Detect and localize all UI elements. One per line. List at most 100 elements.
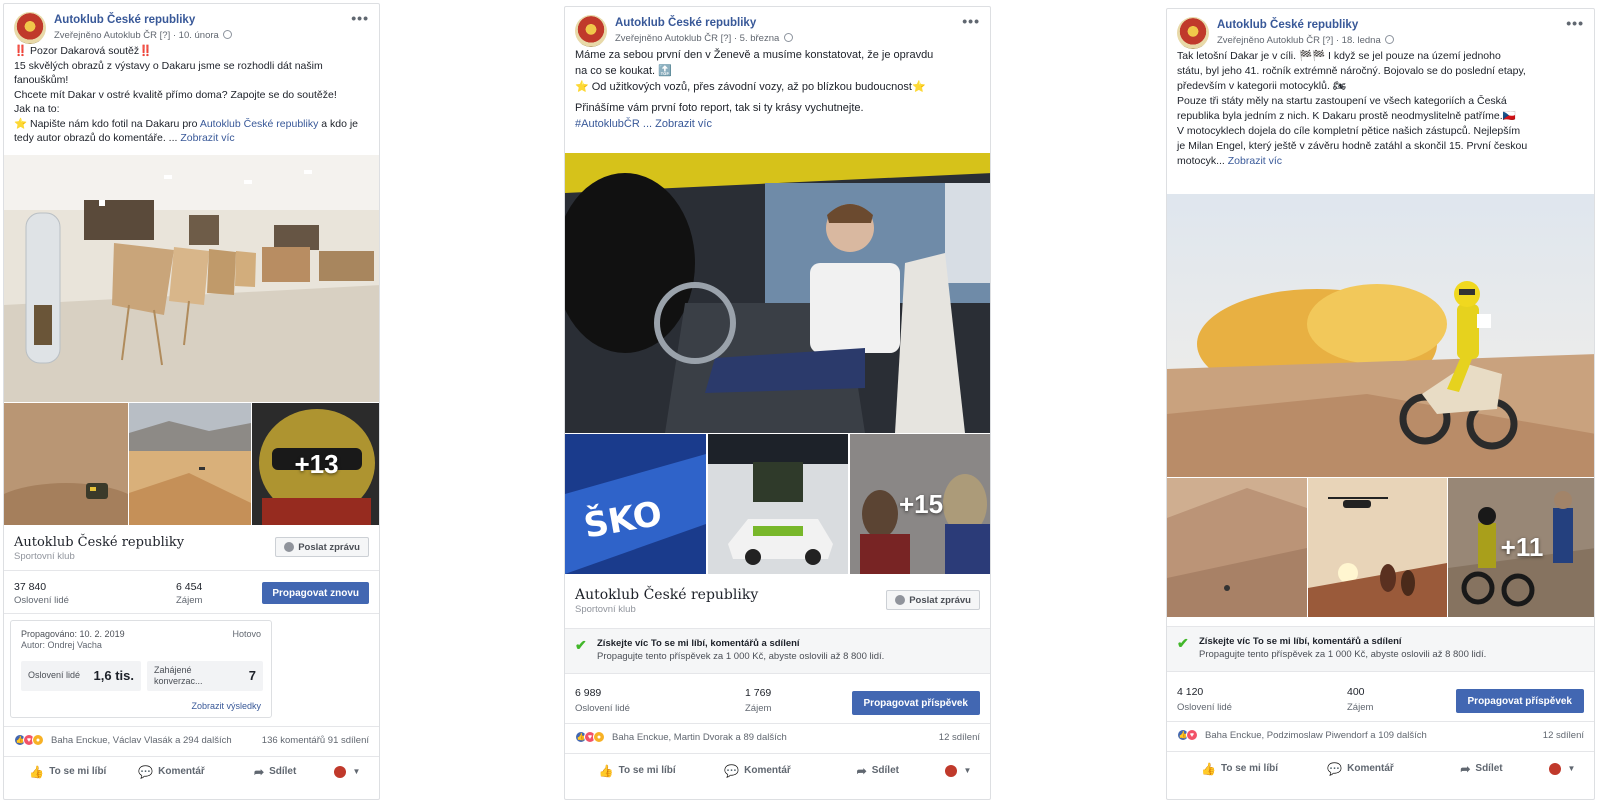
photo-thumb-riders[interactable]: +11	[1448, 478, 1594, 617]
comment-button[interactable]: 💬 Komentář	[120, 765, 224, 779]
divider	[4, 613, 379, 614]
post-card-3: Autoklub České republiky Zveřejněno Auto…	[1166, 8, 1595, 800]
divider	[4, 570, 379, 571]
post-date[interactable]: 18. ledna	[1342, 35, 1381, 46]
reaction-icons[interactable]: 👍 ♥ ●	[575, 731, 605, 743]
publisher-name[interactable]: Autoklub ČR	[665, 33, 718, 44]
see-more-link[interactable]: ... Zobrazit víc	[643, 118, 712, 130]
post-card-2: Autoklub České republiky Zveřejněno Auto…	[564, 6, 991, 800]
photo-thumb-fabia-factory[interactable]	[708, 434, 848, 574]
page-name-link[interactable]: Autoklub České republiky	[54, 12, 232, 28]
action-bar: 👍 To se mi líbí 💬 Komentář ➦ Sdílet ▼	[1167, 751, 1594, 785]
page-avatar-small	[944, 764, 957, 777]
photo-thumb-dunes[interactable]	[1167, 478, 1307, 617]
chevron-down-icon: ▼	[352, 767, 361, 776]
page-logo-avatar[interactable]	[575, 15, 607, 47]
reach-value: 6 989	[575, 687, 602, 699]
post-subtitle: Zveřejněno Autoklub ČR [?] · 18. ledna	[1217, 33, 1395, 49]
boost-again-button[interactable]: Propagovat znovu	[262, 582, 369, 604]
more-photos-count[interactable]: +15	[850, 434, 990, 574]
photo-thumb-crowd[interactable]: +15	[850, 434, 990, 574]
send-message-button[interactable]: Poslat zprávu	[886, 590, 980, 610]
reactions-bar: 👍 ♥ ● Baha Enckue, Václav Vlasák a 294 dal…	[4, 728, 379, 752]
text-line: ⭐ Napište nám kdo fotil na Dakaru pro Au…	[14, 117, 369, 132]
share-button[interactable]: ➦ Sdílet	[1421, 762, 1542, 776]
post-as-selector[interactable]: ▼	[938, 764, 978, 777]
post-menu-button[interactable]: •••	[1566, 15, 1584, 31]
promotion-suggestion: ✔ Získejte víc To se mi líbí, komentářů …	[565, 628, 990, 674]
help-marker[interactable]: [?]	[160, 30, 171, 41]
publisher-name[interactable]: Autoklub ČR	[1267, 35, 1320, 46]
shares-count[interactable]: 12 sdílení	[1543, 730, 1584, 741]
hashtag-link[interactable]: #AutoklubČR	[575, 118, 640, 130]
reaction-icons[interactable]: 👍 ♥ ●	[14, 734, 44, 746]
comments-shares-count[interactable]: 136 komentářů 91 sdílení	[262, 735, 369, 746]
promo-description: Propagujte tento příspěvek za 1 000 Kč, …	[597, 651, 885, 662]
comment-button[interactable]: 💬 Komentář	[697, 764, 817, 778]
page-name-link[interactable]: Autoklub České republiky	[615, 15, 793, 31]
globe-icon	[783, 33, 793, 42]
post-menu-button[interactable]: •••	[351, 10, 369, 26]
help-marker[interactable]: [?]	[1323, 35, 1334, 46]
checkmark-icon: ✔	[575, 637, 587, 653]
page-logo-avatar[interactable]	[14, 12, 46, 44]
post-header: Autoklub České republiky Zveřejněno Auto…	[1167, 9, 1594, 49]
reaction-icons[interactable]: 👍 ♥	[1177, 729, 1198, 741]
main-photo-exhibition[interactable]	[4, 155, 379, 402]
like-button[interactable]: 👍 To se mi líbí	[1179, 762, 1300, 776]
photo-thumb-skoda-logo[interactable]: ŠKO	[565, 434, 706, 574]
main-photo-geneva-car[interactable]	[565, 153, 990, 433]
post-as-selector[interactable]: ▼	[1542, 762, 1582, 775]
see-more-link[interactable]: Zobrazit víc	[180, 132, 234, 144]
post-subtitle: Zveřejněno Autoklub ČR [?] · 5. března	[615, 31, 793, 47]
boost-post-button[interactable]: Propagovat příspěvek	[851, 691, 980, 715]
send-message-button[interactable]: Poslat zprávu	[275, 537, 369, 557]
post-date[interactable]: 5. března	[740, 33, 780, 44]
more-photos-count[interactable]: +13	[252, 403, 379, 525]
share-button[interactable]: ➦ Sdílet	[223, 765, 327, 779]
reactors-text[interactable]: Baha Enckue, Podzimoslaw Piwendorf a 109…	[1205, 730, 1427, 741]
reach-value: 4 120	[1177, 686, 1204, 698]
page-logo-avatar[interactable]	[1177, 17, 1209, 49]
wow-reaction-icon: ●	[32, 734, 44, 746]
chevron-down-icon: ▼	[963, 766, 972, 775]
published-label: Zveřejněno	[1217, 35, 1265, 46]
comment-button[interactable]: 💬 Komentář	[1300, 762, 1421, 776]
like-label: To se mi líbí	[1220, 763, 1278, 774]
view-results-link[interactable]: Zobrazit výsledky	[191, 701, 261, 711]
photo-thumb-dune-car[interactable]	[4, 403, 128, 525]
more-photos-count[interactable]: +11	[1448, 478, 1594, 617]
page-name-link[interactable]: Autoklub České republiky	[1217, 17, 1394, 33]
pagebox-name[interactable]: Autoklub České republiky	[575, 587, 758, 603]
promoted-date: Propagováno: 10. 2. 2019	[21, 629, 125, 639]
reactors-text[interactable]: Baha Enckue, Václav Vlasák a 294 dalších	[51, 735, 232, 746]
like-button[interactable]: 👍 To se mi líbí	[577, 764, 697, 778]
photo-thumb-desert[interactable]	[129, 403, 251, 525]
reactors-text[interactable]: Baha Enckue, Martin Dvorak a 89 dalších	[612, 732, 787, 743]
send-message-label: Poslat zprávu	[909, 594, 971, 606]
photo-thumb-helicopter[interactable]	[1308, 478, 1447, 617]
pagebox-name[interactable]: Autoklub České republiky	[14, 535, 184, 550]
help-marker[interactable]: [?]	[721, 33, 732, 44]
text-line: Pouze tři státy měly na startu zastoupen…	[1177, 95, 1507, 107]
shares-count[interactable]: 12 sdílení	[939, 732, 980, 743]
post-date[interactable]: 10. února	[179, 30, 219, 41]
publisher-name[interactable]: Autoklub ČR	[104, 30, 157, 41]
page-mention-link[interactable]: Autoklub České republiky	[200, 118, 318, 130]
share-button[interactable]: ➦ Sdílet	[818, 764, 938, 778]
boost-post-button[interactable]: Propagovat příspěvek	[1455, 689, 1584, 713]
main-photo-dakar-motorcycle[interactable]	[1167, 194, 1594, 477]
published-label: Zveřejněno	[615, 33, 663, 44]
like-button[interactable]: 👍 To se mi líbí	[16, 765, 120, 779]
text-fragment: a kdo je	[318, 117, 359, 130]
see-more-link[interactable]: Zobrazit víc	[1228, 155, 1282, 167]
text-line: #AutoklubČR ... Zobrazit víc	[575, 116, 980, 132]
comment-icon: 💬	[1327, 761, 1343, 776]
photo-thumb-helmet[interactable]: +13	[252, 403, 379, 525]
post-menu-button[interactable]: •••	[962, 13, 980, 29]
engagement-value: 6 454	[176, 581, 203, 593]
text-line: je Milan Engel, který ještě v závěru hod…	[1177, 140, 1528, 152]
post-card-1: Autoklub České republiky Zveřejněno Auto…	[3, 3, 380, 800]
page-avatar-small	[333, 765, 346, 778]
post-as-selector[interactable]: ▼	[327, 765, 367, 778]
